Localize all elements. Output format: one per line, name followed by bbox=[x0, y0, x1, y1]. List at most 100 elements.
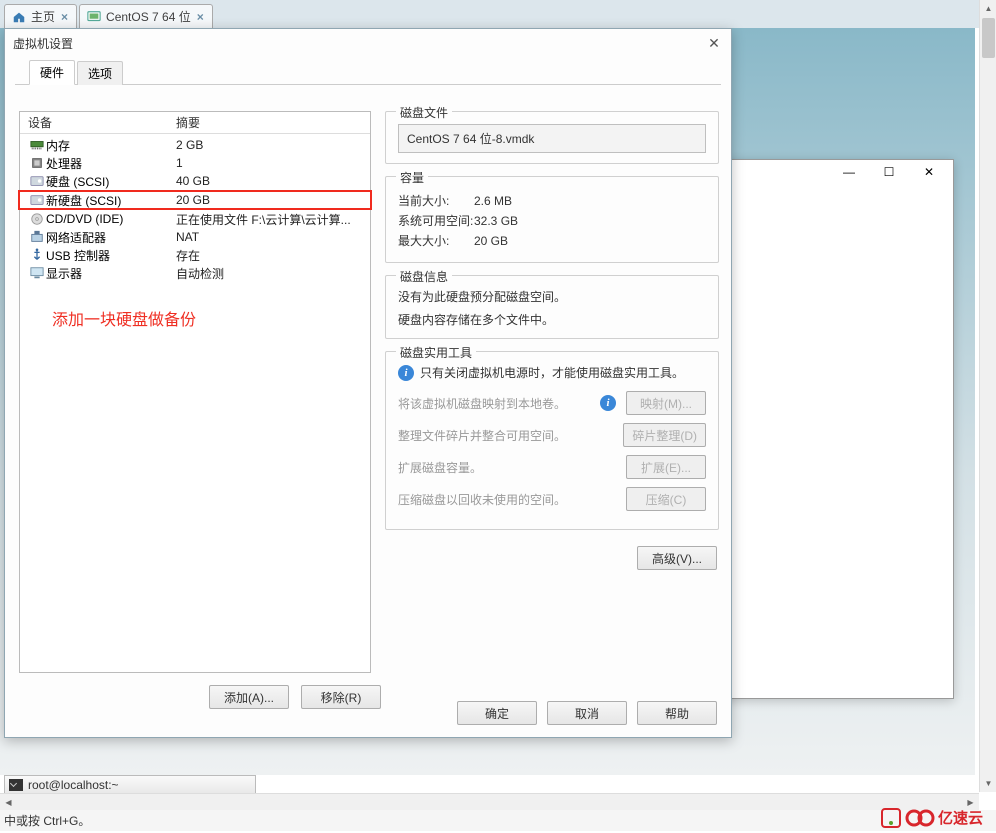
col-device: 设备 bbox=[28, 114, 176, 131]
hw-summary: 20 GB bbox=[176, 193, 210, 207]
compact-text: 压缩磁盘以回收未使用的空间。 bbox=[398, 491, 626, 508]
scroll-left-icon[interactable]: ◀ bbox=[0, 794, 17, 811]
defrag-button[interactable]: 碎片整理(D) bbox=[623, 423, 706, 447]
terminal-icon bbox=[9, 779, 23, 791]
status-hint: 中或按 Ctrl+G。 bbox=[4, 812, 90, 829]
vertical-scrollbar[interactable]: ▲ ▼ bbox=[979, 0, 996, 792]
brand-widget: 亿速云 bbox=[880, 803, 990, 833]
display-icon bbox=[28, 266, 46, 280]
hw-summary: 1 bbox=[176, 156, 183, 170]
taskbar-terminal-label: root@localhost:~ bbox=[28, 778, 119, 792]
ok-button[interactable]: 确定 bbox=[457, 701, 537, 725]
hw-summary: NAT bbox=[176, 230, 199, 244]
brand-text: 亿速云 bbox=[938, 809, 983, 827]
hardware-list-header: 设备 摘要 bbox=[20, 112, 370, 134]
hw-name: 处理器 bbox=[46, 155, 176, 172]
dialog-titlebar: 虚拟机设置 ✕ bbox=[5, 29, 731, 57]
hw-row-usb[interactable]: USB 控制器 存在 bbox=[20, 246, 370, 264]
hw-summary: 存在 bbox=[176, 247, 200, 264]
browser-root: — ☐ ✕ 主页 × CentOS 7 64 位 × 虚拟机设置 ✕ 硬件 bbox=[0, 0, 996, 831]
diskinfo-line2: 硬盘内容存储在多个文件中。 bbox=[398, 311, 706, 328]
scroll-down-icon[interactable]: ▼ bbox=[980, 775, 996, 792]
disk-icon bbox=[28, 174, 46, 188]
hw-name: CD/DVD (IDE) bbox=[46, 212, 176, 226]
col-summary: 摘要 bbox=[176, 114, 200, 131]
hw-name: 内存 bbox=[46, 137, 176, 154]
group-utilities: i 只有关闭虚拟机电源时，才能使用磁盘实用工具。 将该虚拟机磁盘映射到本地卷。 … bbox=[385, 351, 719, 530]
hw-row-disk[interactable]: 硬盘 (SCSI) 40 GB bbox=[20, 172, 370, 190]
home-icon bbox=[11, 9, 27, 25]
network-icon bbox=[28, 230, 46, 244]
cap-cur-value: 2.6 MB bbox=[474, 194, 512, 208]
hw-name: 硬盘 (SCSI) bbox=[46, 173, 176, 190]
cap-max-label: 最大大小: bbox=[398, 232, 474, 249]
disk-detail-panel: CentOS 7 64 位-8.vmdk 当前大小:2.6 MB 系统可用空间:… bbox=[385, 111, 719, 685]
maximize-button[interactable]: ☐ bbox=[869, 163, 909, 181]
memory-icon bbox=[28, 138, 46, 152]
hw-row-memory[interactable]: 内存 2 GB bbox=[20, 136, 370, 154]
tab-strip: 主页 × CentOS 7 64 位 × bbox=[0, 0, 996, 28]
add-hardware-button[interactable]: 添加(A)... bbox=[209, 685, 289, 709]
util-hint: 只有关闭虚拟机电源时，才能使用磁盘实用工具。 bbox=[420, 364, 684, 381]
tab-vm[interactable]: CentOS 7 64 位 × bbox=[79, 4, 213, 28]
hw-summary: 正在使用文件 F:\云计算\云计算... bbox=[176, 211, 351, 228]
tab-home-close-icon[interactable]: × bbox=[61, 10, 68, 24]
group-diskinfo: 没有为此硬盘预分配磁盘空间。 硬盘内容存储在多个文件中。 bbox=[385, 275, 719, 339]
hw-name: 显示器 bbox=[46, 265, 176, 282]
hw-row-new-disk[interactable]: 新硬盘 (SCSI) 20 GB bbox=[18, 190, 372, 210]
help-button[interactable]: 帮助 bbox=[637, 701, 717, 725]
hw-name: USB 控制器 bbox=[46, 247, 176, 264]
cancel-button[interactable]: 取消 bbox=[547, 701, 627, 725]
hardware-list: 设备 摘要 内存 2 GB 处理器 1 bbox=[19, 111, 371, 673]
horizontal-scrollbar[interactable]: ◀ ▶ bbox=[0, 793, 979, 810]
scroll-up-icon[interactable]: ▲ bbox=[980, 0, 996, 17]
vm-settings-dialog: 虚拟机设置 ✕ 硬件 选项 设备 摘要 内存 2 GB bbox=[4, 28, 732, 738]
usb-icon bbox=[28, 248, 46, 262]
map-text: 将该虚拟机磁盘映射到本地卷。 bbox=[398, 395, 600, 412]
hw-row-cddvd[interactable]: CD/DVD (IDE) 正在使用文件 F:\云计算\云计算... bbox=[20, 210, 370, 228]
expand-button[interactable]: 扩展(E)... bbox=[626, 455, 706, 479]
vm-icon bbox=[86, 9, 102, 25]
tab-vm-close-icon[interactable]: × bbox=[197, 10, 204, 24]
hw-summary: 自动检测 bbox=[176, 265, 224, 282]
diskfile-value[interactable]: CentOS 7 64 位-8.vmdk bbox=[398, 124, 706, 153]
tab-hardware[interactable]: 硬件 bbox=[29, 60, 75, 85]
hw-row-processor[interactable]: 处理器 1 bbox=[20, 154, 370, 172]
info-icon: i bbox=[600, 395, 616, 411]
compact-button[interactable]: 压缩(C) bbox=[626, 487, 706, 511]
dialog-close-icon[interactable]: ✕ bbox=[705, 34, 723, 52]
tab-options[interactable]: 选项 bbox=[77, 61, 123, 85]
cap-free-value: 32.3 GB bbox=[474, 214, 518, 228]
hw-name: 新硬盘 (SCSI) bbox=[46, 192, 176, 209]
close-button[interactable]: ✕ bbox=[909, 163, 949, 181]
tab-vm-label: CentOS 7 64 位 bbox=[106, 8, 191, 25]
diskinfo-line1: 没有为此硬盘预分配磁盘空间。 bbox=[398, 288, 706, 305]
cpu-icon bbox=[28, 156, 46, 170]
cap-max-value: 20 GB bbox=[474, 234, 508, 248]
hw-row-display[interactable]: 显示器 自动检测 bbox=[20, 264, 370, 282]
cap-free-label: 系统可用空间: bbox=[398, 212, 474, 229]
hw-name: 网络适配器 bbox=[46, 229, 176, 246]
cap-cur-label: 当前大小: bbox=[398, 192, 474, 209]
hw-summary: 2 GB bbox=[176, 138, 203, 152]
group-diskfile: CentOS 7 64 位-8.vmdk bbox=[385, 111, 719, 164]
dialog-tabs: 硬件 选项 bbox=[15, 61, 721, 85]
info-icon: i bbox=[398, 365, 414, 381]
scroll-thumb-v[interactable] bbox=[982, 18, 995, 58]
tab-home[interactable]: 主页 × bbox=[4, 4, 77, 28]
hw-summary: 40 GB bbox=[176, 174, 210, 188]
status-bar: 中或按 Ctrl+G。 bbox=[0, 810, 996, 831]
tab-home-label: 主页 bbox=[31, 8, 55, 25]
advanced-button[interactable]: 高级(V)... bbox=[637, 546, 717, 570]
annotation-text: 添加一块硬盘做备份 bbox=[52, 306, 370, 330]
remove-hardware-button[interactable]: 移除(R) bbox=[301, 685, 381, 709]
minimize-button[interactable]: — bbox=[829, 163, 869, 181]
disk-icon bbox=[28, 193, 46, 207]
expand-text: 扩展磁盘容量。 bbox=[398, 459, 626, 476]
cd-icon bbox=[28, 212, 46, 226]
dialog-title-text: 虚拟机设置 bbox=[13, 35, 73, 52]
map-button[interactable]: 映射(M)... bbox=[626, 391, 706, 415]
defrag-text: 整理文件碎片并整合可用空间。 bbox=[398, 427, 623, 444]
taskbar-terminal[interactable]: root@localhost:~ bbox=[4, 775, 256, 795]
hw-row-network[interactable]: 网络适配器 NAT bbox=[20, 228, 370, 246]
